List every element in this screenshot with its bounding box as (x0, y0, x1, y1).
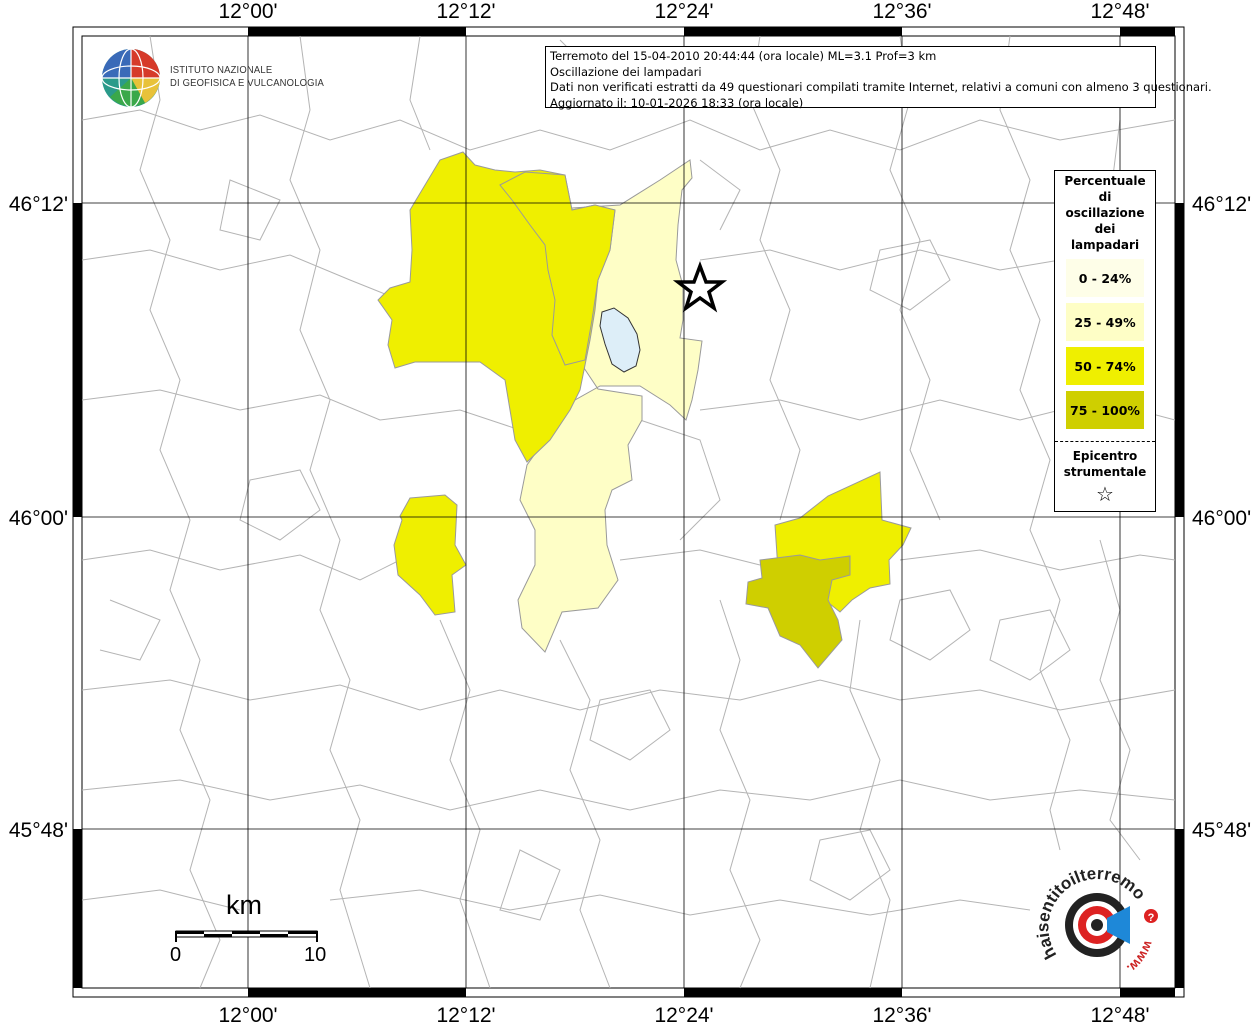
globe-icon (101, 48, 161, 108)
lon-label: 12°12' (436, 1004, 495, 1024)
legend-title: Percentuale di oscillazione dei lampadar… (1063, 171, 1147, 253)
epicenter-star-icon (672, 261, 728, 313)
update-time: Aggiornato il: 10-01-2026 18:33 (ora loc… (550, 95, 804, 110)
scale-unit: km (226, 890, 262, 920)
lon-label: 12°24' (654, 1004, 713, 1024)
lon-labels-bottom: 12°00' 12°12' 12°24' 12°36' 12°48' (218, 1004, 1149, 1024)
legend-class-75-100: 75 - 100% (1066, 391, 1144, 429)
graticule (82, 36, 1175, 988)
legend-title-line: Percentuale (1064, 174, 1146, 188)
frame-bars (73, 27, 1184, 997)
lat-label: 46°12' (1192, 193, 1251, 216)
lat-labels-right: 46°12' 46°00' 45°48' (1192, 193, 1251, 842)
lat-labels-left: 46°12' 46°00' 45°48' (9, 193, 68, 842)
legend-class-0-24: 0 - 24% (1066, 259, 1144, 297)
legend-title-line: dei (1094, 222, 1116, 236)
lon-label: 12°24' (654, 0, 713, 23)
ingv-line1: ISTITUTO NAZIONALE (170, 64, 273, 76)
legend-epicenter-line: Epicentro (1072, 449, 1138, 463)
lon-label: 12°36' (872, 1004, 931, 1024)
ingv-name: ISTITUTO NAZIONALE DI GEOFISICA E VULCAN… (170, 64, 324, 90)
logo-url-text: www. (1124, 938, 1157, 977)
scale-bar-graphic (175, 930, 318, 942)
lon-label: 12°36' (872, 0, 931, 23)
lon-label: 12°48' (1090, 1004, 1149, 1024)
legend: Percentuale di oscillazione dei lampadar… (1054, 170, 1156, 512)
municipal-boundaries (81, 35, 1176, 989)
event-title: Terremoto del 15-04-2010 20:44:44 (ora l… (550, 49, 937, 63)
comune-50-74-west (393, 494, 467, 616)
legend-epicenter: Epicentro strumentale (1055, 442, 1155, 480)
map-frame-outer (72, 26, 1185, 998)
ingv-line2: DI GEOFISICA E VULCANOLOGIA (170, 77, 324, 89)
legend-title-line: oscillazione (1065, 206, 1145, 220)
lon-label: 12°48' (1090, 0, 1149, 23)
lon-label: 12°00' (218, 0, 277, 23)
legend-title-line: di (1098, 190, 1112, 204)
legend-title-line: lampadari (1070, 238, 1140, 252)
map-frame-inner (81, 35, 1176, 989)
scale-end: 10 (304, 944, 327, 966)
map-subject: Oscillazione dei lampadari (550, 64, 702, 79)
lon-labels-top: 12°00' 12°12' 12°24' 12°36' 12°48' (218, 0, 1149, 23)
data-note: Dati non verificati estratti da 49 quest… (550, 80, 1212, 94)
lon-label: 12°00' (218, 1004, 277, 1024)
svg-text:www.: www. (1124, 938, 1157, 977)
lat-label: 45°48' (9, 819, 68, 842)
legend-epicenter-line: strumentale (1063, 465, 1147, 479)
scale-bar: km 0 10 (170, 890, 330, 970)
lon-label: 12°12' (436, 0, 495, 23)
lat-label: 46°12' (9, 193, 68, 216)
legend-class-25-49: 25 - 49% (1066, 303, 1144, 341)
lat-label: 45°48' (1192, 819, 1251, 842)
legend-star-icon: ☆ (1096, 482, 1114, 506)
legend-class-50-74: 50 - 74% (1066, 347, 1144, 385)
lat-label: 46°00' (9, 507, 68, 530)
question-mark: ? (1148, 912, 1155, 924)
comune-75-100-east (745, 554, 851, 669)
event-info-box: Terremoto del 15-04-2010 20:44:44 (ora l… (545, 46, 1212, 110)
ingv-logo: ISTITUTO NAZIONALE DI GEOFISICA E VULCAN… (100, 47, 324, 111)
haisentito-logo: haisentitoilterremoto.it www. ? (1030, 845, 1165, 990)
lat-label: 46°00' (1192, 507, 1251, 530)
scale-start: 0 (170, 944, 182, 966)
